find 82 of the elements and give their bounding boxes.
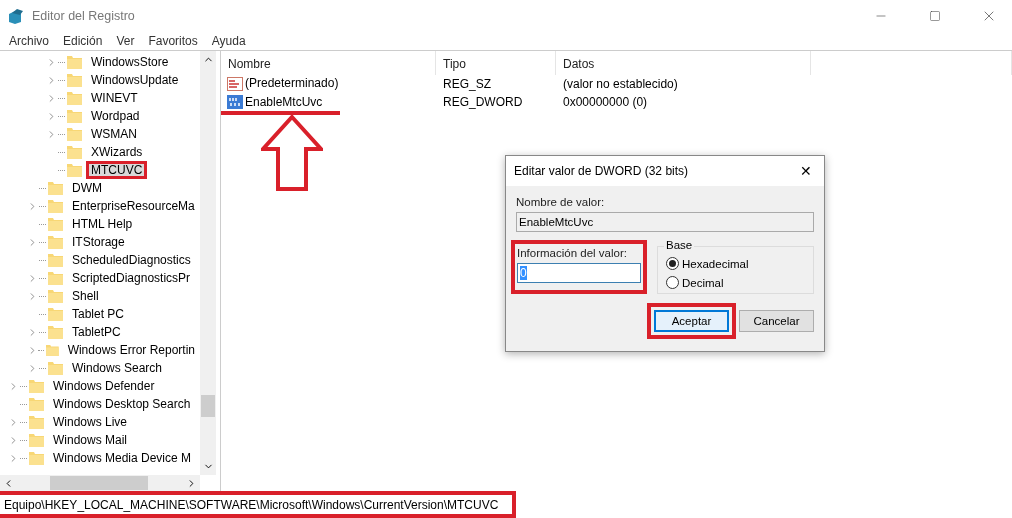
field-label: Información del valor: bbox=[517, 247, 628, 259]
folder-icon bbox=[48, 361, 63, 375]
tree-item[interactable]: Wordpad bbox=[86, 107, 145, 125]
folder-icon bbox=[67, 127, 82, 141]
tree-item[interactable]: HTML Help bbox=[67, 215, 138, 233]
folder-icon bbox=[67, 109, 82, 123]
folder-icon bbox=[48, 217, 63, 231]
folder-icon bbox=[29, 379, 44, 393]
field-label: Nombre de valor: bbox=[516, 196, 606, 208]
tree-item[interactable]: Windows Media Device M bbox=[48, 449, 197, 467]
window-title: Editor del Registro bbox=[32, 9, 136, 23]
folder-icon bbox=[67, 91, 82, 105]
folder-icon bbox=[29, 433, 44, 447]
tree-item[interactable]: WSMAN bbox=[86, 125, 142, 143]
radio-button[interactable] bbox=[666, 257, 679, 270]
tree-item[interactable]: Windows Defender bbox=[48, 377, 160, 395]
tree-item[interactable]: Tablet PC bbox=[67, 305, 130, 323]
folder-icon bbox=[67, 163, 82, 177]
tree-item[interactable]: TabletPC bbox=[67, 323, 126, 341]
radio-label[interactable]: Hexadecimal bbox=[682, 257, 749, 270]
status-path: Equipo\HKEY_LOCAL_MACHINE\SOFTWARE\Microsoft\Windows\CurrentVersion\MTCUVC bbox=[0, 491, 517, 518]
folder-icon bbox=[48, 289, 63, 303]
tree-item[interactable]: ScheduledDiagnostics bbox=[67, 251, 196, 269]
tree-item[interactable]: Windows Error Reportin bbox=[62, 341, 200, 359]
scrollbar-thumb[interactable] bbox=[50, 476, 148, 490]
value-name[interactable]: EnableMtcUvc bbox=[221, 95, 341, 115]
folder-icon bbox=[48, 307, 63, 321]
group-label: Base bbox=[664, 239, 695, 251]
folder-icon bbox=[67, 55, 82, 69]
text-value-icon bbox=[227, 77, 243, 91]
column-header[interactable]: Nombre bbox=[221, 51, 436, 75]
registry-app-icon bbox=[8, 8, 24, 24]
vertical-scrollbar[interactable] bbox=[200, 51, 216, 475]
binary-value-icon bbox=[227, 95, 243, 109]
radio-button[interactable] bbox=[666, 276, 679, 289]
tree-item[interactable]: DWM bbox=[67, 179, 107, 197]
tree-item[interactable]: Windows Mail bbox=[48, 431, 132, 449]
value-name[interactable]: (Predeterminado) bbox=[245, 76, 339, 92]
horizontal-scrollbar[interactable] bbox=[0, 475, 200, 491]
folder-icon bbox=[48, 253, 63, 267]
menu-item[interactable]: Favoritos bbox=[141, 34, 205, 48]
column-header[interactable]: Datos bbox=[556, 51, 811, 75]
folder-icon bbox=[48, 181, 63, 195]
tree-item[interactable]: ITStorage bbox=[67, 233, 130, 251]
tree-item[interactable]: ScriptedDiagnosticsPr bbox=[67, 269, 196, 287]
folder-icon bbox=[29, 397, 44, 411]
scrollbar-thumb[interactable] bbox=[201, 395, 215, 417]
menu-item[interactable]: Edición bbox=[56, 34, 110, 48]
folder-icon bbox=[67, 145, 82, 159]
tree-item[interactable]: Windows Search bbox=[67, 359, 168, 377]
menu-item[interactable]: Archivo bbox=[2, 34, 56, 48]
value-name-field[interactable]: EnableMtcUvc bbox=[516, 212, 814, 232]
tree-item[interactable]: Windows Desktop Search bbox=[48, 395, 196, 413]
column-header[interactable]: Tipo bbox=[436, 51, 556, 75]
tree-item[interactable]: Windows Live bbox=[48, 413, 133, 431]
maximize-icon[interactable] bbox=[929, 10, 941, 22]
folder-icon bbox=[45, 343, 59, 357]
dialog-button[interactable]: Aceptar bbox=[654, 310, 729, 332]
dialog-close-button[interactable]: ✕ bbox=[788, 163, 824, 179]
folder-icon bbox=[67, 73, 82, 87]
folder-icon bbox=[29, 451, 44, 465]
folder-icon bbox=[48, 235, 63, 249]
menu-item[interactable]: Ver bbox=[109, 34, 142, 48]
folder-icon bbox=[48, 325, 63, 339]
tree-item[interactable]: XWizards bbox=[86, 143, 148, 161]
dialog-button[interactable]: Cancelar bbox=[739, 310, 814, 332]
tree-item[interactable]: EnterpriseResourceMa bbox=[67, 197, 200, 215]
folder-icon bbox=[48, 271, 63, 285]
tree-item[interactable]: WindowsStore bbox=[86, 53, 174, 71]
tree-item[interactable]: WindowsUpdate bbox=[86, 71, 184, 89]
radio-label[interactable]: Decimal bbox=[682, 276, 724, 289]
value-data: (valor no establecido) bbox=[562, 77, 679, 91]
tree-item[interactable]: MTCUVC bbox=[86, 161, 148, 179]
folder-icon bbox=[48, 199, 63, 213]
tree-item[interactable]: Shell bbox=[67, 287, 104, 305]
tree-item[interactable]: WINEVT bbox=[86, 89, 143, 107]
value-data: 0x00000000 (0) bbox=[562, 95, 649, 109]
menu-item[interactable]: Ayuda bbox=[204, 34, 253, 48]
value-type: REG_SZ bbox=[442, 77, 492, 91]
folder-icon bbox=[29, 415, 44, 429]
dialog-title: Editar valor de DWORD (32 bits) bbox=[514, 164, 689, 178]
value-type: REG_DWORD bbox=[442, 95, 524, 109]
